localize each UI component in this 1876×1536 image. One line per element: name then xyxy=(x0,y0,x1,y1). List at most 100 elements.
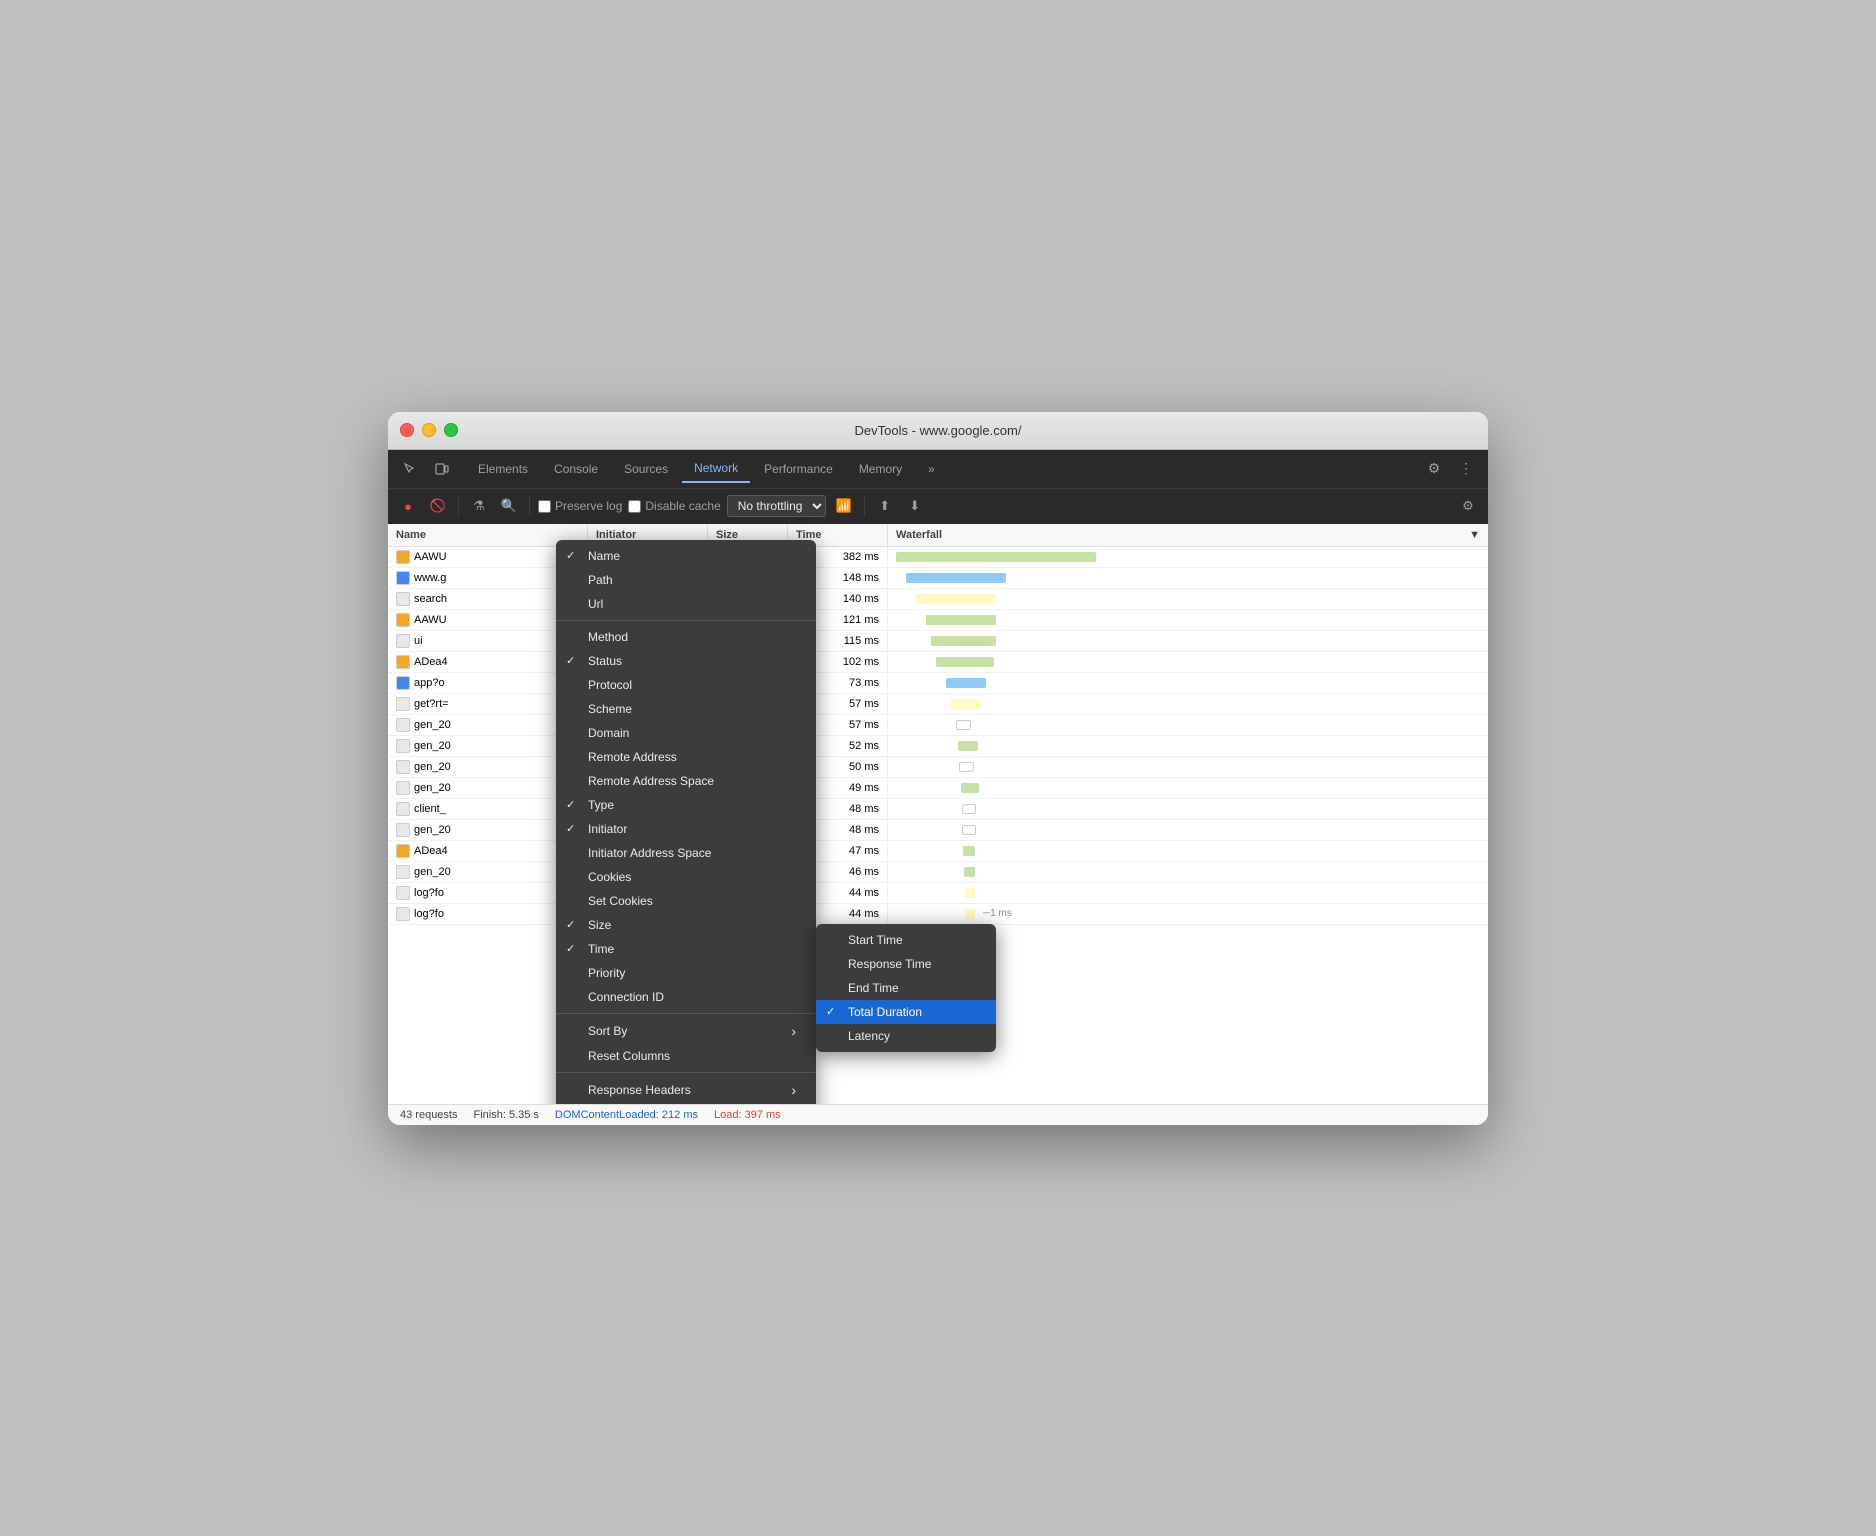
throttle-select[interactable]: No throttling xyxy=(727,495,826,517)
cell-waterfall xyxy=(888,778,1488,798)
row-type-icon xyxy=(396,655,410,669)
device-icon[interactable] xyxy=(428,455,456,483)
close-button[interactable] xyxy=(400,423,414,437)
more-options-icon[interactable]: ⋮ xyxy=(1452,455,1480,483)
tab-memory[interactable]: Memory xyxy=(847,456,914,482)
menu-item-url[interactable]: Url xyxy=(556,592,816,616)
table-row[interactable]: gen_20(index):11615 B49 ms xyxy=(388,778,1488,799)
menu-item-size[interactable]: Size xyxy=(556,913,816,937)
table-row[interactable]: AAWUADea4I7lfZ...2.7 kB121 ms xyxy=(388,610,1488,631)
menu-item-sort-by[interactable]: Sort By xyxy=(556,1018,816,1044)
menu-item-reset-columns[interactable]: Reset Columns xyxy=(556,1044,816,1068)
row-type-icon xyxy=(396,739,410,753)
import-icon[interactable]: ⬆ xyxy=(873,494,897,518)
toolbar-icons xyxy=(396,455,456,483)
row-type-icon xyxy=(396,634,410,648)
menu-item-protocol[interactable]: Protocol xyxy=(556,673,816,697)
menu-item-initiator-address-space[interactable]: Initiator Address Space xyxy=(556,841,816,865)
table-row[interactable]: gen_20(index):21514 B48 ms xyxy=(388,820,1488,841)
tab-elements[interactable]: Elements xyxy=(466,456,540,482)
waterfall-bar xyxy=(906,573,1006,583)
menu-item-type[interactable]: Type xyxy=(556,793,816,817)
menu-item-scheme[interactable]: Scheme xyxy=(556,697,816,721)
table-row[interactable]: gen_20m=cdos,dp...14 B57 ms xyxy=(388,715,1488,736)
table-row[interactable]: ADea4(index)22 B102 ms xyxy=(388,652,1488,673)
menu-item-waterfall[interactable]: Waterfall xyxy=(556,1103,816,1104)
table-row[interactable]: client_(index):318 B48 ms xyxy=(388,799,1488,820)
menu-item-remote-address-space[interactable]: Remote Address Space xyxy=(556,769,816,793)
submenu-item-total-duration[interactable]: Total Duration xyxy=(816,1000,996,1024)
row-type-icon xyxy=(396,592,410,606)
col-waterfall[interactable]: Waterfall ▼ xyxy=(888,524,1488,546)
menu-item-time[interactable]: Time xyxy=(556,937,816,961)
submenu-item-latency[interactable]: Latency xyxy=(816,1024,996,1048)
cell-waterfall xyxy=(888,631,1488,651)
menu-item-priority[interactable]: Priority xyxy=(556,961,816,985)
menu-item-name[interactable]: Name xyxy=(556,544,816,568)
finish-time: Finish: 5.35 s xyxy=(473,1109,538,1121)
table-row[interactable]: searchm=cdos,dp...21.0 kB140 ms xyxy=(388,589,1488,610)
disable-cache-checkbox[interactable] xyxy=(628,500,641,513)
table-row[interactable]: ADea4app?origin...22 B47 ms xyxy=(388,841,1488,862)
filter-icon[interactable]: ⚗ xyxy=(467,494,491,518)
search-icon[interactable]: 🔍 xyxy=(497,494,521,518)
tab-console[interactable]: Console xyxy=(542,456,610,482)
menu-item-initiator[interactable]: Initiator xyxy=(556,817,816,841)
table-row[interactable]: gen_20(index):1214 B50 ms xyxy=(388,757,1488,778)
menu-separator xyxy=(556,1013,816,1014)
tab-sources[interactable]: Sources xyxy=(612,456,680,482)
tab-network[interactable]: Network xyxy=(682,455,750,483)
row-type-icon xyxy=(396,865,410,879)
inspect-icon[interactable] xyxy=(396,455,424,483)
table-row[interactable]: get?rt=rs=AA2YrT...14.8 kB57 ms xyxy=(388,694,1488,715)
network-settings-icon[interactable]: ⚙ xyxy=(1456,494,1480,518)
waterfall-bar xyxy=(916,594,996,604)
submenu-item-response-time[interactable]: Response Time xyxy=(816,952,996,976)
waterfall-bar xyxy=(961,783,979,793)
menu-item-set-cookies[interactable]: Set Cookies xyxy=(556,889,816,913)
tab-more[interactable]: » xyxy=(916,456,947,482)
cell-waterfall xyxy=(888,841,1488,861)
menu-item-method[interactable]: Method xyxy=(556,625,816,649)
menu-item-cookies[interactable]: Cookies xyxy=(556,865,816,889)
submenu-arrow-icon xyxy=(791,1023,796,1039)
disable-cache-label[interactable]: Disable cache xyxy=(628,499,720,513)
waterfall-bar xyxy=(962,825,976,835)
table-row[interactable]: AAWUADea4I7lfZ...15.3 kB382 ms xyxy=(388,547,1488,568)
minimize-button[interactable] xyxy=(422,423,436,437)
settings-icon[interactable]: ⚙ xyxy=(1420,455,1448,483)
wifi-icon[interactable]: 📶 xyxy=(832,494,856,518)
waterfall-bar xyxy=(965,909,975,919)
waterfall-bar xyxy=(962,804,976,814)
menu-item-status[interactable]: Status xyxy=(556,649,816,673)
record-button[interactable]: ● xyxy=(396,494,420,518)
cell-waterfall xyxy=(888,673,1488,693)
preserve-log-checkbox[interactable] xyxy=(538,500,551,513)
menu-item-domain[interactable]: Domain xyxy=(556,721,816,745)
table-row[interactable]: app?ors=AA2YrT...14.4 kB73 ms xyxy=(388,673,1488,694)
menu-item-remote-address[interactable]: Remote Address xyxy=(556,745,816,769)
preserve-log-label[interactable]: Preserve log xyxy=(538,499,622,513)
table-row[interactable]: gen_2014 B46 ms xyxy=(388,862,1488,883)
menu-item-connection-id[interactable]: Connection ID xyxy=(556,985,816,1009)
tab-performance[interactable]: Performance xyxy=(752,456,845,482)
submenu-item-start-time[interactable]: Start Time xyxy=(816,928,996,952)
waterfall-bar xyxy=(896,552,1096,562)
menu-item-path[interactable]: Path xyxy=(556,568,816,592)
menu-item-response-headers[interactable]: Response Headers xyxy=(556,1077,816,1103)
submenu-item-end-time[interactable]: End Time xyxy=(816,976,996,1000)
row-type-icon xyxy=(396,760,410,774)
waterfall-dropdown-icon[interactable]: ▼ xyxy=(1469,529,1480,541)
cell-waterfall xyxy=(888,736,1488,756)
cell-waterfall xyxy=(888,862,1488,882)
table-row[interactable]: www.gOther44.3 kB148 ms xyxy=(388,568,1488,589)
row-type-icon xyxy=(396,571,410,585)
waterfall-marker: ─1 ms xyxy=(983,908,1012,919)
maximize-button[interactable] xyxy=(444,423,458,437)
clear-button[interactable]: 🚫 xyxy=(426,494,450,518)
export-icon[interactable]: ⬇ xyxy=(903,494,927,518)
table-row[interactable]: gen_20(index):11615 B52 ms xyxy=(388,736,1488,757)
table-row[interactable]: log?fo70 B44 ms xyxy=(388,883,1488,904)
table-row[interactable]: log?fo70 B44 ms─1 ms xyxy=(388,904,1488,925)
table-row[interactable]: uim=DhPYm...0 B115 ms xyxy=(388,631,1488,652)
